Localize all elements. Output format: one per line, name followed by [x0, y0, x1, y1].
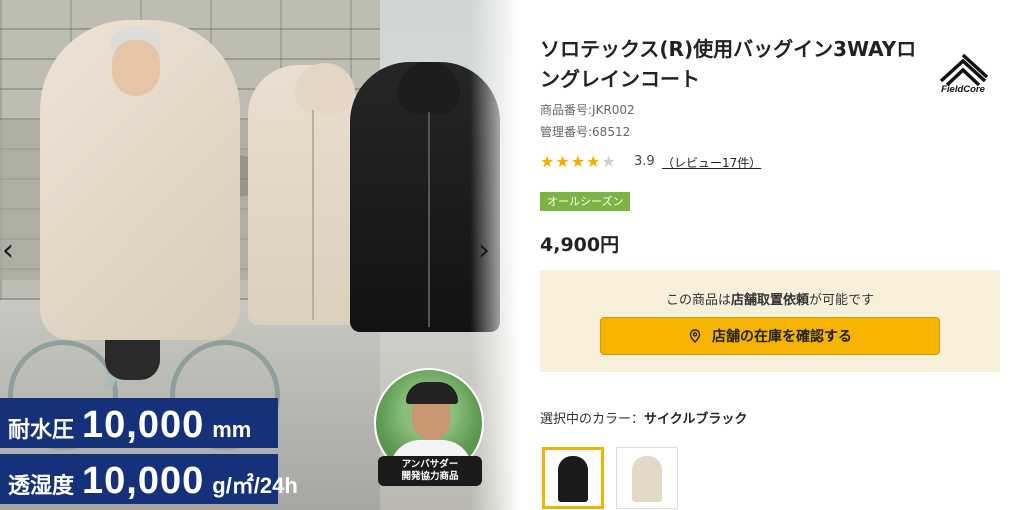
- store-pickup-box: この商品は店舗取置依頼が可能です 店舗の在庫を確認する: [540, 270, 1000, 372]
- breathability-label: 透湿度: [8, 473, 75, 498]
- ambassador-cap: [406, 382, 458, 404]
- brand-name: FieldCore: [941, 84, 985, 95]
- waterproof-label: 耐水圧: [8, 417, 75, 442]
- selected-color-name: サイクルブラック: [644, 412, 748, 427]
- black-coat-zipper: [428, 112, 430, 327]
- rating-stars: ★★★★★: [540, 152, 617, 171]
- breathability-badge: 透湿度 10,000 g/㎡/24h: [0, 454, 298, 504]
- product-hero-image[interactable]: 耐水圧 10,000 mm 透湿度 10,000 g/㎡/24h アンバサダー …: [0, 0, 520, 510]
- star-filled-icon: ★: [570, 152, 587, 171]
- beige-coat-thumbnail: [632, 456, 662, 502]
- store-message-suffix: が可能です: [809, 293, 875, 308]
- management-number: 管理番号:68512: [540, 125, 631, 139]
- star-filled-icon: ★: [540, 152, 556, 171]
- breathability-unit: g/㎡/24h: [212, 473, 298, 498]
- breathability-value: 10,000: [82, 460, 205, 502]
- check-store-stock-button[interactable]: 店舗の在庫を確認する: [600, 317, 940, 355]
- product-number: 商品番号:JKR002: [540, 103, 635, 117]
- color-swatch-black[interactable]: [542, 447, 604, 509]
- selected-color-prefix: 選択中のカラー：: [540, 412, 645, 427]
- season-tag: オールシーズン: [540, 192, 631, 211]
- store-pickup-message: この商品は店舗取置依頼が可能です: [540, 289, 1000, 308]
- selected-color-label: 選択中のカラー：サイクルブラック: [540, 408, 747, 427]
- map-pin-icon: [689, 329, 701, 343]
- star-empty-icon: ★: [601, 152, 617, 171]
- carousel-next-icon[interactable]: ›: [478, 236, 490, 266]
- rating-value: 3.9: [634, 154, 655, 169]
- waterproof-value: 10,000: [82, 404, 205, 446]
- beige-coat-zipper: [312, 110, 314, 320]
- star-filled-icon: ★: [555, 152, 571, 171]
- store-message-bold: 店舗取置依頼: [730, 293, 809, 308]
- star-filled-icon: ★: [586, 152, 602, 171]
- color-swatch-beige[interactable]: [616, 447, 678, 509]
- product-price: 4,900円: [540, 234, 620, 256]
- store-message-prefix: この商品は: [665, 293, 731, 308]
- product-title: ソロテックス(R)使用バッグイン3WAYロングレインコート: [540, 37, 917, 91]
- carousel-prev-icon[interactable]: ‹: [2, 236, 14, 266]
- waterproof-badge: 耐水圧 10,000 mm: [0, 398, 278, 448]
- check-store-stock-label: 店舗の在庫を確認する: [712, 328, 852, 344]
- ambassador-label: アンバサダー 開発協力商品: [378, 456, 482, 486]
- black-coat-hood: [398, 62, 460, 114]
- black-coat-thumbnail: [558, 456, 588, 502]
- rider-face: [112, 40, 160, 96]
- waterproof-unit: mm: [212, 417, 252, 442]
- review-count-link[interactable]: （レビュー17件）: [662, 154, 761, 171]
